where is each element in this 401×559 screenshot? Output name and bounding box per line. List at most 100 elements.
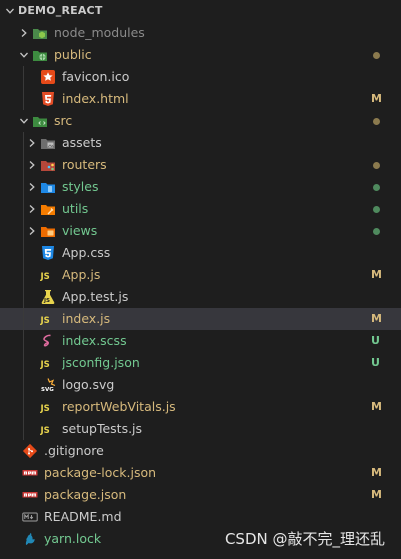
item-label: reportWebVitals.js xyxy=(62,399,176,414)
svg-icon: SVG xyxy=(40,377,56,393)
git-status-badge: M xyxy=(371,312,382,325)
test-js-icon: JS xyxy=(40,289,56,305)
item-label: assets xyxy=(62,135,102,150)
svg-text:JS: JS xyxy=(43,298,50,304)
utils-folder-icon xyxy=(40,201,56,217)
item-label: index.js xyxy=(62,311,111,326)
item-label: App.js xyxy=(62,267,101,282)
file-item-gitignore[interactable]: .gitignore xyxy=(0,440,401,462)
git-change-dot xyxy=(371,227,401,235)
file-item-jsconfig-json[interactable]: JS jsconfig.json U xyxy=(0,352,401,374)
chevron-down-icon[interactable] xyxy=(2,0,18,22)
item-label: setupTests.js xyxy=(62,421,143,436)
indent-guide xyxy=(23,330,24,352)
git-status-badge: M xyxy=(371,488,382,501)
favicon-icon xyxy=(40,69,56,85)
css3-icon xyxy=(40,245,56,261)
indent-guide xyxy=(23,352,24,374)
svg-text:SVG: SVG xyxy=(41,387,54,393)
markdown-icon xyxy=(22,509,38,525)
folder-item-views[interactable]: views xyxy=(0,220,401,242)
javascript-icon: JS xyxy=(40,399,56,415)
src-folder-icon xyxy=(32,113,48,129)
routers-folder-icon xyxy=(40,157,56,173)
assets-folder-icon xyxy=(40,135,56,151)
folder-item-assets[interactable]: assets xyxy=(0,132,401,154)
chevron-right-icon[interactable] xyxy=(16,22,32,44)
item-label: styles xyxy=(62,179,99,194)
file-item-readme-md[interactable]: README.md xyxy=(0,506,401,528)
chevron-right-icon[interactable] xyxy=(24,154,40,176)
item-label: public xyxy=(54,47,92,62)
file-item-package-lock-json[interactable]: package-lock.json M xyxy=(0,462,401,484)
indent-guide xyxy=(23,418,24,440)
item-label: index.html xyxy=(62,91,129,106)
git-icon xyxy=(22,443,38,459)
git-status-badge: U xyxy=(371,334,380,347)
item-label: package-lock.json xyxy=(44,465,157,480)
file-item-package-json[interactable]: package.json M xyxy=(0,484,401,506)
git-change-dot xyxy=(371,161,401,169)
file-item-index-html[interactable]: index.html M xyxy=(0,88,401,110)
git-status-badge: M xyxy=(371,92,382,105)
javascript-icon: JS xyxy=(40,311,56,327)
indent-guide xyxy=(23,220,24,242)
item-label: utils xyxy=(62,201,89,216)
chevron-right-icon[interactable] xyxy=(24,198,40,220)
indent-guide xyxy=(23,374,24,396)
indent-guide xyxy=(23,396,24,418)
file-item-favicon-ico[interactable]: favicon.ico xyxy=(0,66,401,88)
item-label: App.test.js xyxy=(62,289,129,304)
javascript-icon: JS xyxy=(40,421,56,437)
file-item-logo-svg[interactable]: SVG logo.svg xyxy=(0,374,401,396)
file-item-setuptests-js[interactable]: JS setupTests.js xyxy=(0,418,401,440)
item-label: src xyxy=(54,113,73,128)
svg-text:JS: JS xyxy=(40,426,50,436)
folder-item-src[interactable]: src xyxy=(0,110,401,132)
chevron-right-icon[interactable] xyxy=(24,176,40,198)
node-folder-icon xyxy=(32,25,48,41)
item-label: package.json xyxy=(44,487,127,502)
git-status-badge: U xyxy=(371,356,380,369)
item-label: index.scss xyxy=(62,333,127,348)
item-label: logo.svg xyxy=(62,377,115,392)
file-item-app-css[interactable]: App.css xyxy=(0,242,401,264)
file-item-app-test-js[interactable]: JS App.test.js xyxy=(0,286,401,308)
svg-text:JS: JS xyxy=(40,272,50,282)
git-change-dot xyxy=(371,117,401,125)
indent-guide xyxy=(23,308,24,330)
indent-guide xyxy=(23,264,24,286)
indent-guide xyxy=(23,176,24,198)
file-item-app-js[interactable]: JS App.js M xyxy=(0,264,401,286)
workspace-root-label: DEMO_REACT xyxy=(18,4,103,17)
folder-item-utils[interactable]: utils xyxy=(0,198,401,220)
indent-guide xyxy=(23,198,24,220)
file-item-index-scss[interactable]: index.scss U xyxy=(0,330,401,352)
item-label: node_modules xyxy=(54,25,145,40)
chevron-right-icon[interactable] xyxy=(24,220,40,242)
file-item-index-js[interactable]: JS index.js M xyxy=(0,308,401,330)
item-label: README.md xyxy=(44,509,122,524)
chevron-right-icon[interactable] xyxy=(24,132,40,154)
item-label: favicon.ico xyxy=(62,69,130,84)
chevron-down-icon[interactable] xyxy=(16,44,32,66)
public-folder-icon xyxy=(32,47,48,63)
indent-guide xyxy=(23,132,24,154)
item-label: views xyxy=(62,223,98,238)
folder-item-public[interactable]: public xyxy=(0,44,401,66)
indent-guide xyxy=(23,154,24,176)
chevron-down-icon[interactable] xyxy=(16,110,32,132)
item-label: routers xyxy=(62,157,107,172)
file-item-reportwebvitals-js[interactable]: JS reportWebVitals.js M xyxy=(0,396,401,418)
folder-item-styles[interactable]: styles xyxy=(0,176,401,198)
svg-text:JS: JS xyxy=(40,404,50,414)
jsconfig-icon: JS xyxy=(40,355,56,371)
git-status-badge: M xyxy=(371,400,382,413)
explorer-header[interactable]: DEMO_REACT xyxy=(0,0,401,22)
git-change-dot xyxy=(371,205,401,213)
indent-guide xyxy=(23,286,24,308)
views-folder-icon xyxy=(40,223,56,239)
folder-item-node-modules[interactable]: node_modules xyxy=(0,22,401,44)
folder-item-routers[interactable]: routers xyxy=(0,154,401,176)
yarn-icon xyxy=(22,531,38,547)
